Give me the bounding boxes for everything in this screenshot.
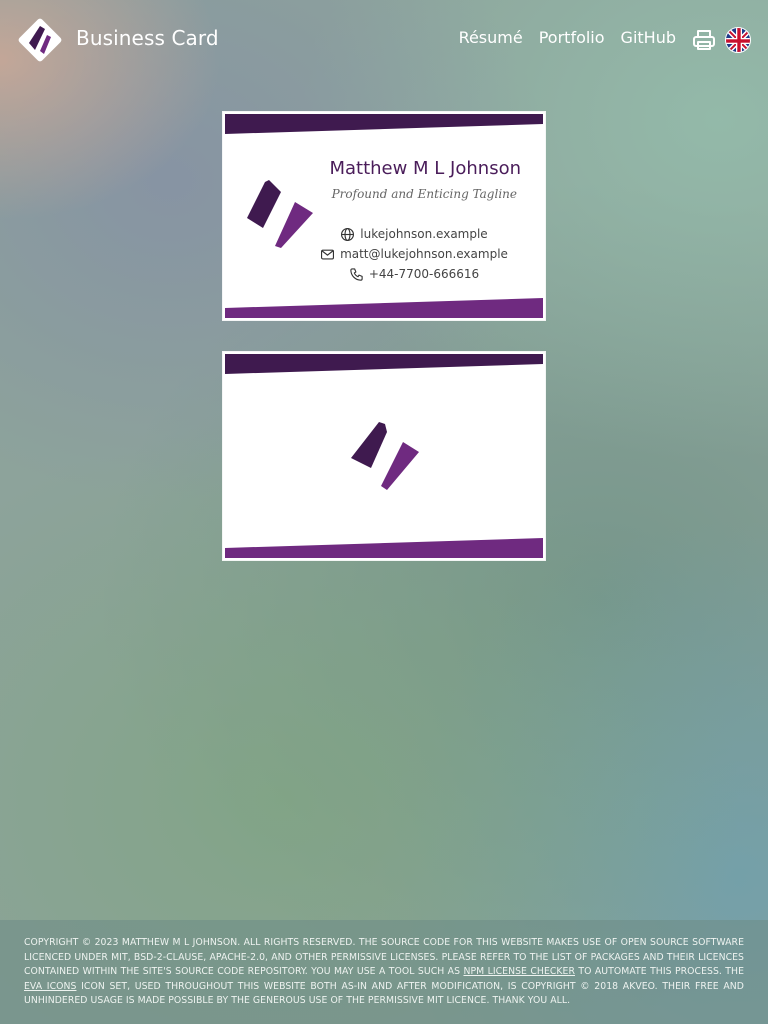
contact-list: lukejohnson.example matt@lukejohnson.exa… bbox=[309, 226, 519, 282]
site-header: Business Card Résumé Portfolio GitHub bbox=[0, 0, 768, 80]
contact-email-text: matt@lukejohnson.example bbox=[340, 247, 508, 261]
card-holder-name: Matthew M L Johnson bbox=[329, 158, 521, 179]
site-logo-icon[interactable] bbox=[16, 16, 64, 64]
main-nav: Résumé Portfolio GitHub bbox=[459, 28, 676, 47]
site-footer: Copyright © 2023 Matthew M L Johnson. Al… bbox=[0, 920, 768, 1024]
brand-logo-icon bbox=[247, 180, 313, 248]
brand-logo-icon bbox=[351, 422, 419, 490]
contact-website[interactable]: lukejohnson.example bbox=[340, 226, 488, 242]
copyright-notice: Copyright © 2023 Matthew M L Johnson. Al… bbox=[24, 936, 744, 1009]
footer-text-3: icon set, used throughout this website b… bbox=[24, 980, 745, 1007]
business-card-front: Matthew M L Johnson Profound and Enticin… bbox=[222, 111, 546, 321]
uk-flag-icon[interactable] bbox=[725, 27, 751, 53]
contact-phone[interactable]: +44-7700-666616 bbox=[349, 266, 479, 282]
nav-portfolio-link[interactable]: Portfolio bbox=[539, 28, 605, 47]
globe-icon bbox=[341, 227, 355, 241]
card-tagline: Profound and Enticing Tagline bbox=[331, 187, 517, 201]
business-card-back bbox=[222, 351, 546, 561]
nav-resume-link[interactable]: Résumé bbox=[459, 28, 523, 47]
contact-phone-text: +44-7700-666616 bbox=[368, 267, 480, 281]
footer-text-2: to automate this process. The bbox=[575, 966, 744, 977]
npm-license-checker-link[interactable]: npm license checker bbox=[463, 966, 575, 977]
site-title[interactable]: Business Card bbox=[76, 26, 219, 50]
contact-website-text: lukejohnson.example bbox=[360, 227, 488, 241]
nav-github-link[interactable]: GitHub bbox=[621, 28, 676, 47]
printer-icon[interactable] bbox=[692, 28, 716, 52]
eva-icons-link[interactable]: Eva Icons bbox=[24, 981, 76, 992]
email-icon bbox=[321, 249, 335, 259]
contact-email[interactable]: matt@lukejohnson.example bbox=[320, 246, 508, 262]
phone-icon bbox=[350, 267, 363, 281]
